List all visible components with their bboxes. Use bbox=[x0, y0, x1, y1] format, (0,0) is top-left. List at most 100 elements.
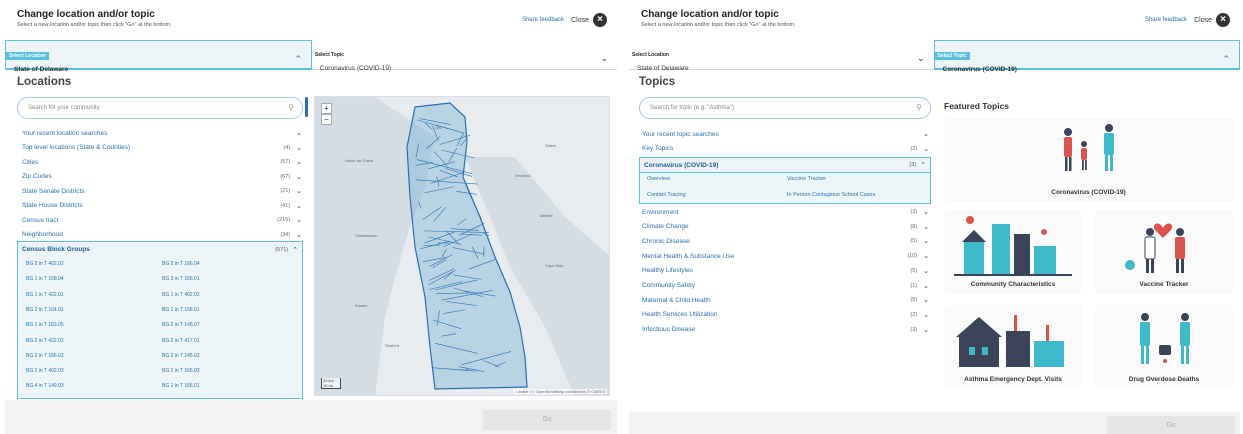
block-group-item[interactable]: BG 1 in T 166.01 bbox=[162, 383, 200, 389]
block-group-item[interactable]: BG 2 in T 166.02 bbox=[26, 353, 64, 359]
list-item-label: Maternal & Child Health bbox=[642, 296, 711, 304]
featured-card-overdose[interactable]: Drug Overdose Deaths bbox=[1095, 305, 1233, 389]
block-group-item[interactable]: BG 3 in T 166.01 bbox=[162, 276, 200, 282]
subtopic-overview[interactable]: Overview bbox=[647, 176, 670, 182]
list-item-label: Your recent location searches bbox=[22, 129, 108, 137]
featured-card-vaccine[interactable]: Vaccine Tracker bbox=[1095, 210, 1233, 294]
location-map[interactable]: ON Havre de Grace Salem Vineland Chester… bbox=[314, 96, 610, 396]
chevron-down-icon: ⌄ bbox=[923, 282, 929, 290]
dialog-header: Change location and/or topic Select a ne… bbox=[629, 0, 1240, 40]
featured-card-coronavirus[interactable]: Coronavirus (COVID-19) bbox=[944, 118, 1233, 202]
close-button[interactable]: Close × bbox=[571, 13, 607, 27]
list-item-top-level-locations-state-counties[interactable]: Top level locations (State & Counties) (4… bbox=[22, 141, 302, 155]
close-button[interactable]: Close × bbox=[1194, 13, 1230, 27]
select-topic-label: Select Topic bbox=[315, 52, 345, 58]
list-item-count: (21) bbox=[280, 188, 291, 194]
select-location-tab[interactable]: Select Location State of Delaware ⌄ bbox=[629, 40, 934, 72]
list-item-count: (5) bbox=[910, 297, 918, 304]
census-block-groups-header[interactable]: Census Block Groups (571) ⌃ bbox=[18, 242, 302, 257]
chevron-down-icon: ⌄ bbox=[923, 326, 929, 334]
group-label: Census Block Groups bbox=[22, 246, 90, 253]
list-item-healthy-lifestyles[interactable]: Healthy Lifestyles (5) ⌄ bbox=[642, 264, 929, 278]
featured-label: Drug Overdose Deaths bbox=[1128, 376, 1200, 383]
go-button[interactable]: Go bbox=[1107, 416, 1235, 434]
block-group-item[interactable]: BG 4 in T 149.03 bbox=[26, 383, 64, 389]
location-search-input[interactable]: Search for your community ⚲ bbox=[17, 97, 303, 119]
select-topic-label: Select Topic bbox=[934, 52, 970, 60]
list-item-your-recent-topic-searches[interactable]: Your recent topic searches ⌄ bbox=[642, 127, 929, 141]
chevron-down-icon: ⌄ bbox=[296, 159, 302, 166]
featured-card-community[interactable]: Community Characteristics bbox=[944, 210, 1082, 294]
list-item-label: Zip Codes bbox=[22, 173, 52, 180]
select-topic-tab[interactable]: Select Topic Coronavirus (COVID-19) ⌄ bbox=[312, 40, 617, 72]
share-feedback-link[interactable]: Share feedback bbox=[1145, 17, 1187, 23]
block-group-item[interactable]: BG 2 in T 164.01 bbox=[26, 307, 64, 313]
list-item-label: Health Services Utilization bbox=[642, 311, 718, 319]
block-group-item[interactable]: BG 2 in T 166.04 bbox=[162, 261, 200, 267]
group-count: (3) bbox=[909, 162, 917, 168]
list-item-climate-change[interactable]: Climate Change (8) ⌄ bbox=[642, 220, 929, 234]
topics-heading: Topics bbox=[639, 76, 676, 88]
list-item-maternal-child-health[interactable]: Maternal & Child Health (5) ⌄ bbox=[642, 293, 929, 307]
chevron-down-icon: ⌄ bbox=[296, 217, 302, 224]
block-group-item[interactable]: BG 2 in T 422.02 bbox=[26, 338, 64, 344]
list-item-your-recent-location-searches[interactable]: Your recent location searches ⌄ bbox=[22, 126, 302, 140]
list-item-environment[interactable]: Environment (3) ⌄ bbox=[642, 205, 929, 219]
topic-search-input[interactable]: Search for topic (e.g. "Asthma") ⚲ bbox=[639, 97, 931, 119]
block-group-item[interactable]: BG 2 in T 417.01 bbox=[162, 338, 200, 344]
list-item-cities[interactable]: Cities (57) ⌄ bbox=[22, 155, 302, 169]
covid-topic-header[interactable]: Coronavirus (COVID-19) (3) ⌃ bbox=[640, 158, 930, 173]
subtopic-contact-tracing[interactable]: Contact Tracing bbox=[647, 192, 686, 198]
map-attribution[interactable]: Leaflet | © OpenStreetMap contributors ©… bbox=[514, 389, 607, 394]
list-scrollbar[interactable] bbox=[305, 97, 308, 117]
close-label: Close bbox=[1194, 16, 1212, 24]
block-group-item[interactable]: BG 1 in T 402.02 bbox=[162, 292, 200, 298]
chevron-down-icon: ⌄ bbox=[923, 238, 929, 246]
list-item-community-safety[interactable]: Community Safety (1) ⌄ bbox=[642, 279, 929, 293]
chevron-down-icon: ⌄ bbox=[923, 267, 929, 275]
selector-tabs: Select Location State of Delaware ⌄ Sele… bbox=[629, 40, 1240, 73]
chevron-up-icon: ⌃ bbox=[294, 54, 302, 64]
chevron-up-icon: ⌃ bbox=[920, 162, 926, 169]
featured-label: Vaccine Tracker bbox=[1139, 281, 1189, 288]
dialog-title: Change location and/or topic bbox=[641, 9, 779, 20]
subtopic-school-cases[interactable]: In Person Contagious School Cases bbox=[787, 192, 875, 198]
block-group-item[interactable]: BG 1 in T 402.03 bbox=[26, 368, 64, 374]
chevron-down-icon: ⌄ bbox=[916, 53, 925, 63]
list-item-key-topics[interactable]: Key Topics (2) ⌄ bbox=[642, 142, 929, 156]
close-label: Close bbox=[571, 16, 589, 24]
chevron-down-icon: ⌄ bbox=[296, 231, 302, 239]
block-group-item[interactable]: BG 1 in T 166.02 bbox=[162, 368, 200, 374]
block-group-item[interactable]: BG 1 in T 422.01 bbox=[26, 292, 64, 298]
list-item-chronic-disease[interactable]: Chronic Disease (5) ⌄ bbox=[642, 234, 929, 248]
block-group-item[interactable]: BG 2 in T 402.02 bbox=[26, 261, 64, 267]
list-item-state-senate-districts[interactable]: State Senate Districts (21) ⌄ bbox=[22, 184, 302, 198]
map-canvas[interactable]: ON Havre de Grace Salem Vineland Chester… bbox=[315, 97, 610, 396]
featured-card-asthma[interactable]: Asthma Emergency Dept. Visits bbox=[944, 305, 1082, 389]
zoom-out-button[interactable]: − bbox=[321, 114, 332, 125]
list-item-state-house-districts[interactable]: State House Districts (41) ⌄ bbox=[22, 199, 302, 213]
block-group-item[interactable]: BG 2 in T 145.02 bbox=[162, 353, 200, 359]
list-item-infectious-disease[interactable]: Infectious Disease (3) ⌄ bbox=[642, 323, 929, 337]
list-item-census-tract[interactable]: Census tract (215) ⌄ bbox=[22, 213, 302, 227]
block-group-item[interactable]: BG 1 in T 163.05 bbox=[26, 322, 64, 328]
subtopic-vaccine-tracker[interactable]: Vaccine Tracker bbox=[787, 176, 826, 182]
zoom-in-button[interactable]: + bbox=[321, 103, 332, 114]
list-item-neighborhood[interactable]: Neighborhood (34) ⌄ bbox=[22, 228, 302, 242]
list-item-label: Environment bbox=[642, 208, 679, 216]
block-group-item[interactable]: BG 1 in T 168.04 bbox=[26, 276, 64, 282]
list-item-count: (57) bbox=[280, 159, 291, 165]
list-item-count: (5) bbox=[910, 238, 918, 245]
list-item-zip-codes[interactable]: Zip Codes (67) ⌄ bbox=[22, 170, 302, 184]
block-group-item[interactable]: BG 2 in T 148.07 bbox=[162, 322, 200, 328]
block-group-item[interactable]: BG 1 in T 168.01 bbox=[162, 307, 200, 313]
chevron-down-icon: ⌄ bbox=[296, 173, 302, 181]
city-label: Millville bbox=[540, 213, 554, 218]
list-item-mental-health-substance-use[interactable]: Mental Health & Substance Use (10) ⌄ bbox=[642, 249, 929, 263]
go-button[interactable]: Go bbox=[483, 410, 611, 430]
select-topic-tab[interactable]: Select Topic Coronavirus (COVID-19) ⌃ bbox=[933, 40, 1240, 73]
select-location-tab[interactable]: Select Location State of Delaware ⌃ bbox=[5, 40, 312, 73]
share-feedback-link[interactable]: Share feedback bbox=[522, 17, 564, 23]
list-item-label: Infectious Disease bbox=[642, 326, 696, 334]
list-item-health-services-utilization[interactable]: Health Services Utilization (2) ⌄ bbox=[642, 308, 929, 322]
